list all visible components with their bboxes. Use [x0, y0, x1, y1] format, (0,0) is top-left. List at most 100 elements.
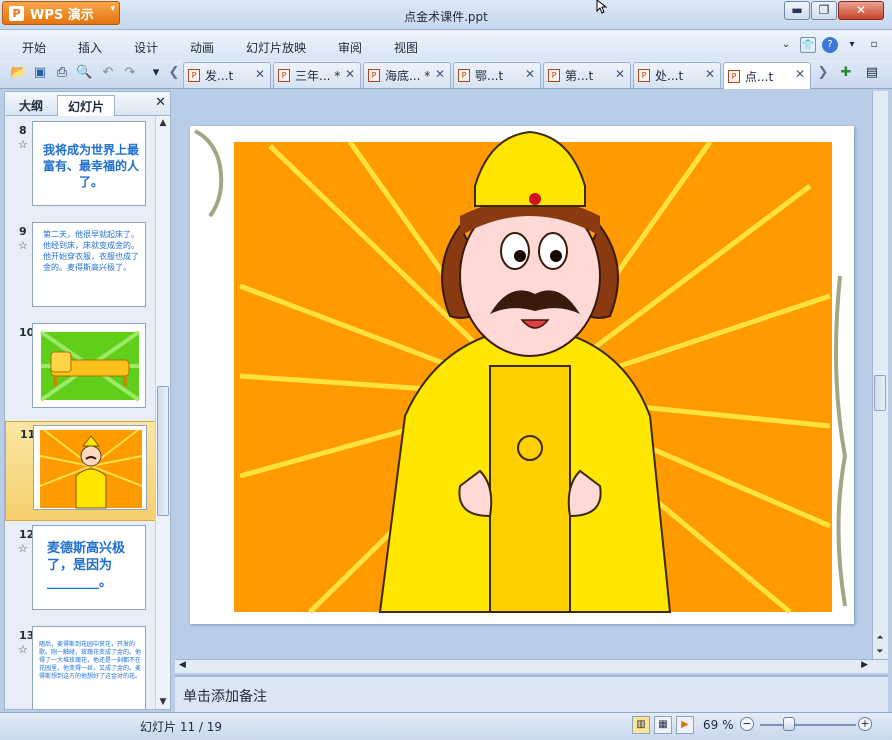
- doc-tab-label: 处...t: [655, 69, 684, 83]
- doc-tab-2[interactable]: P 三年... * ✕: [273, 62, 361, 88]
- slideshow-icon[interactable]: ▶: [676, 716, 694, 734]
- close-tab-icon[interactable]: ✕: [525, 67, 535, 81]
- doc-tab-label: 鄂...t: [475, 69, 504, 83]
- thumbnail-row-8[interactable]: 8 ☆ 我将成为世界上最富有、最幸福的人了。: [5, 118, 156, 218]
- slide-thumbnail[interactable]: 第二天，他很早就起床了。他经到床，床就变成金的。他开始穿衣服，衣服也成了金的。麦…: [32, 222, 146, 307]
- slide-thumbnail[interactable]: 我将成为世界上最富有、最幸福的人了。: [32, 121, 146, 206]
- slide-thumbnail[interactable]: [33, 425, 147, 510]
- menu-design[interactable]: 设计: [134, 39, 158, 56]
- ribbon-menu: 开始 插入 设计 动画 幻灯片放映 审阅 视图 ⌄ 👕 ? ▾ ▫: [0, 30, 892, 60]
- doc-tab-6[interactable]: P 处...t ✕: [633, 62, 721, 88]
- prev-slide-icon[interactable]: ⏶: [873, 631, 887, 645]
- slide-sorter-icon[interactable]: ▦: [654, 716, 672, 734]
- editor-scroll-thumb[interactable]: [874, 375, 886, 411]
- doc-tab-label: 点...t: [745, 69, 774, 84]
- close-tab-icon[interactable]: ✕: [255, 67, 265, 81]
- zoom-slider-track[interactable]: [760, 724, 856, 726]
- close-tab-icon[interactable]: ✕: [615, 67, 625, 81]
- thumbnail-row-9[interactable]: 9 ☆ 第二天，他很早就起床了。他经到床，床就变成金的。他开始穿衣服，衣服也成了…: [5, 219, 156, 319]
- slide-thumbnail[interactable]: 随后，麦得斯到花园中赏花，开发的歌。刚一触碰，玫瑰花变成了金的。他得了一大堆玫瑰…: [32, 626, 146, 709]
- doc-tab-5[interactable]: P 第...t ✕: [543, 62, 631, 88]
- status-bar: 幻灯片 11 / 19 ▥ ▦ ▶ 69 % − +: [0, 712, 892, 740]
- close-tab-icon[interactable]: ✕: [345, 67, 355, 81]
- maximize-button[interactable]: ❐: [811, 1, 837, 20]
- close-tab-icon[interactable]: ✕: [795, 67, 805, 81]
- ppt-file-icon: P: [368, 69, 380, 82]
- doc-tab-label: 发...t: [205, 69, 234, 83]
- print-preview-icon[interactable]: 🔍: [76, 65, 92, 81]
- doc-tab-1[interactable]: P 发...t ✕: [183, 62, 271, 88]
- doc-tab-label: 三年... *: [295, 69, 341, 83]
- close-tab-icon[interactable]: ✕: [435, 67, 445, 81]
- doc-tab-label: 第...t: [565, 69, 594, 83]
- doc-tab-4[interactable]: P 鄂...t ✕: [453, 62, 541, 88]
- scroll-up-icon[interactable]: ▲: [156, 116, 170, 130]
- dropdown-icon[interactable]: ▾: [844, 37, 860, 53]
- normal-view-icon[interactable]: ▥: [632, 716, 650, 734]
- save-icon[interactable]: ▣: [32, 65, 48, 81]
- skin-icon[interactable]: 👕: [800, 37, 816, 53]
- thumbnail-text: 我将成为世界上最富有、最幸福的人了。: [42, 143, 139, 189]
- editor-vertical-scrollbar[interactable]: ⏶ ⏷: [872, 91, 888, 659]
- slides-panel: 大纲 幻灯片 ✕ 8 ☆ 我将成为世界上最富有、最幸福的人了。 9 ☆ 第二天，…: [4, 91, 171, 710]
- doc-tab-3[interactable]: P 海底... * ✕: [363, 62, 451, 88]
- scroll-right-icon[interactable]: ▶: [861, 660, 868, 670]
- minimize-button[interactable]: ▬: [784, 1, 810, 20]
- collapse-ribbon-icon[interactable]: ⌄: [778, 37, 794, 53]
- notes-pane[interactable]: 单击添加备注: [175, 675, 888, 713]
- ppt-file-icon: P: [548, 69, 560, 82]
- undo-icon[interactable]: ↶: [100, 65, 116, 81]
- close-tab-icon[interactable]: ✕: [705, 67, 715, 81]
- tab-slides[interactable]: 幻灯片: [57, 95, 116, 116]
- tab-outline[interactable]: 大纲: [9, 95, 53, 116]
- menu-review[interactable]: 审阅: [338, 39, 362, 56]
- window-title: 点金术课件.ppt: [404, 10, 488, 24]
- minimize-icon: ▬: [791, 3, 803, 17]
- tabs-right-icon[interactable]: ❯: [815, 65, 831, 81]
- thumbnail-row-10[interactable]: 10: [5, 320, 156, 420]
- king-midas-illustration: [194, 129, 848, 614]
- next-slide-icon[interactable]: ⏷: [873, 645, 887, 659]
- menu-home[interactable]: 开始: [22, 39, 46, 56]
- current-slide[interactable]: [190, 126, 854, 624]
- slide-thumbnail[interactable]: [32, 323, 146, 408]
- thumbnail-list: 8 ☆ 我将成为世界上最富有、最幸福的人了。 9 ☆ 第二天，他很早就起床了。他…: [5, 116, 156, 709]
- tab-list-icon[interactable]: ▤: [864, 65, 880, 81]
- notes-placeholder[interactable]: 单击添加备注: [183, 686, 267, 706]
- zoom-slider-knob[interactable]: [783, 717, 795, 731]
- menu-view[interactable]: 视图: [394, 39, 418, 56]
- menu-insert[interactable]: 插入: [78, 39, 102, 56]
- close-panel-icon[interactable]: ✕: [155, 95, 166, 110]
- restore-ribbon-icon[interactable]: ▫: [866, 37, 882, 53]
- thumbnail-scrollbar[interactable]: ▲ ▼: [155, 116, 170, 709]
- close-button[interactable]: ✕: [838, 1, 884, 20]
- slide-number: 9: [19, 225, 27, 238]
- redo-icon[interactable]: ↷: [122, 65, 138, 81]
- close-icon: ✕: [855, 3, 867, 17]
- zoom-in-icon[interactable]: +: [858, 717, 872, 731]
- help-icon[interactable]: ?: [822, 37, 838, 53]
- scroll-thumb[interactable]: [157, 386, 169, 516]
- slide-thumbnail[interactable]: 麦德斯高兴极了，是因为________。: [32, 525, 146, 610]
- slide-number: 8: [19, 124, 27, 137]
- print-icon[interactable]: ⎙: [54, 65, 70, 81]
- new-tab-icon[interactable]: ✚: [838, 65, 854, 81]
- doc-tab-label: 海底... *: [385, 69, 431, 83]
- doc-tab-7-active[interactable]: P 点...t ✕: [723, 62, 811, 89]
- ppt-file-icon: P: [638, 69, 650, 82]
- open-folder-icon[interactable]: 📂: [10, 65, 26, 81]
- thumbnail-row-13[interactable]: 13 ☆ 随后，麦得斯到花园中赏花，开发的歌。刚一触碰，玫瑰花变成了金的。他得了…: [5, 623, 156, 709]
- zoom-out-icon[interactable]: −: [740, 717, 754, 731]
- menu-animation[interactable]: 动画: [190, 39, 214, 56]
- animation-star-icon: ☆: [18, 239, 28, 252]
- thumbnail-row-12[interactable]: 12 ☆ 麦德斯高兴极了，是因为________。: [5, 522, 156, 622]
- thumbnail-text: 随后，麦得斯到花园中赏花，开发的歌。刚一触碰，玫瑰花变成了金的。他得了一大堆玫瑰…: [39, 641, 142, 680]
- toolbar-dropdown-icon[interactable]: ▾: [148, 65, 164, 81]
- ppt-file-icon: P: [728, 69, 740, 83]
- tabs-left-icon[interactable]: ❮: [166, 65, 182, 81]
- editor-horizontal-scrollbar[interactable]: ◀ ▶: [175, 659, 888, 673]
- thumbnail-row-11-selected[interactable]: 11: [5, 421, 156, 521]
- scroll-down-icon[interactable]: ▼: [156, 695, 170, 709]
- menu-slideshow[interactable]: 幻灯片放映: [246, 39, 306, 56]
- scroll-left-icon[interactable]: ◀: [179, 660, 186, 670]
